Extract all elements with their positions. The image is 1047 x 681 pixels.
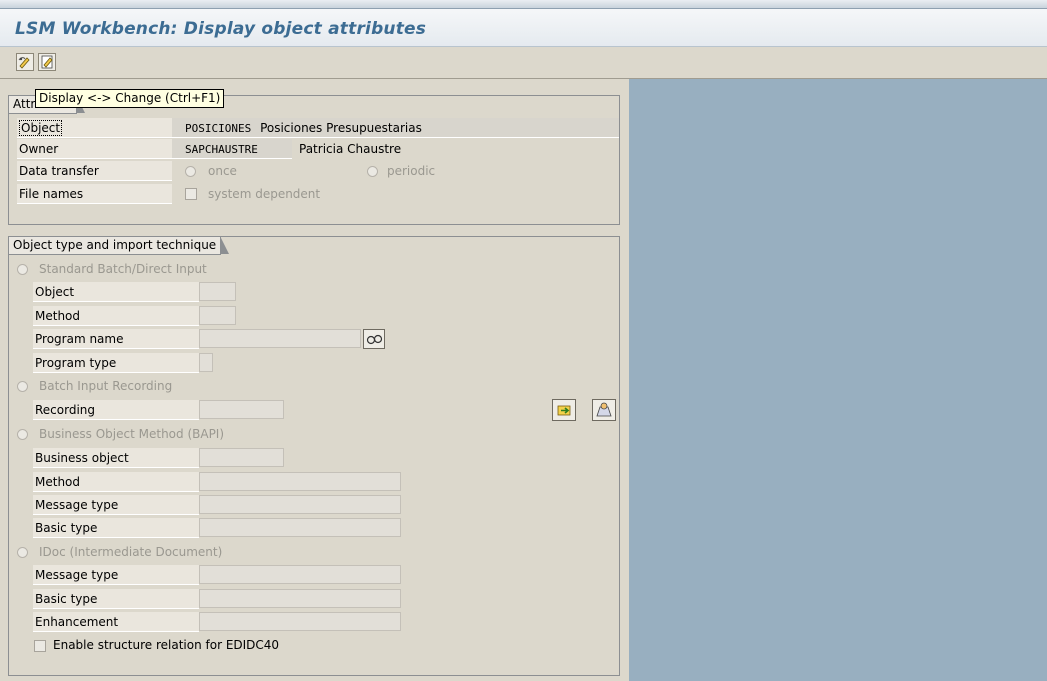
periodic-label: periodic [387,164,436,178]
std-object-label: Object [33,282,199,302]
page-title: LSM Workbench: Display object attributes [15,19,427,39]
object-value: POSICIONES Posiciones Presupuestarias [172,118,619,138]
user-button[interactable] [592,399,616,421]
recording-field[interactable] [199,400,284,419]
owner-name: Patricia Chaustre [299,142,402,156]
glasses-icon [364,334,384,351]
import-technique-group: Object type and import technique Standar… [8,236,620,676]
system-dependent-label: system dependent [208,187,321,201]
idoc-label: IDoc (Intermediate Document) [39,545,223,559]
idoc-message-type-label: Message type [33,565,199,585]
standard-batch-radio[interactable] [17,264,28,275]
program-type-field[interactable] [199,353,213,372]
system-dependent-checkbox[interactable] [185,188,197,200]
recording-label: Recording [33,400,199,420]
display-change-icon [17,54,33,70]
execute-button[interactable] [552,399,576,421]
business-object-label: Business object [33,448,199,468]
program-type-label: Program type [33,353,199,373]
bapi-message-type-field[interactable] [199,495,401,514]
person-icon [593,402,615,423]
empty-screen-area [629,79,1047,681]
group-title: Object type and import technique [9,236,230,255]
application-toolbar [0,47,1047,79]
std-method-label: Method [33,306,199,326]
owner-value: SAPCHAUSTRE [172,139,292,159]
bapi-radio[interactable] [17,429,28,440]
edit-icon [39,54,55,70]
bapi-method-label: Method [33,472,199,492]
program-name-label: Program name [33,329,199,349]
owner-code: SAPCHAUSTRE [185,143,258,156]
data-transfer-label: Data transfer [17,161,172,181]
idoc-radio[interactable] [17,547,28,558]
business-object-field[interactable] [199,448,284,467]
program-name-field[interactable] [199,329,361,348]
bapi-method-field[interactable] [199,472,401,491]
idoc-basic-type-field[interactable] [199,589,401,608]
std-method-field[interactable] [199,306,236,325]
owner-label: Owner [17,139,172,159]
enhancement-field[interactable] [199,612,401,631]
idoc-basic-type-label: Basic type [33,589,199,609]
file-names-label: File names [17,184,172,204]
bapi-message-type-label: Message type [33,495,199,515]
batch-recording-radio[interactable] [17,381,28,392]
once-label: once [208,164,237,178]
batch-recording-label: Batch Input Recording [39,379,173,393]
idoc-message-type-field[interactable] [199,565,401,584]
object-label: Object [17,118,172,138]
structure-relation-label: Enable structure relation for EDIDC40 [53,638,280,652]
object-code: POSICIONES [185,122,252,135]
bapi-basic-type-label: Basic type [33,518,199,538]
once-radio[interactable] [185,166,196,177]
std-object-field[interactable] [199,282,236,301]
attributes-group: Attributes Object POSICIONES Posiciones … [8,95,620,225]
periodic-radio[interactable] [367,166,378,177]
bapi-label: Business Object Method (BAPI) [39,427,225,441]
tooltip: Display <-> Change (Ctrl+F1) [35,89,225,108]
standard-batch-label: Standard Batch/Direct Input [39,262,207,276]
edit-button[interactable] [38,53,56,71]
bapi-basic-type-field[interactable] [199,518,401,537]
display-change-button[interactable] [16,53,34,71]
yellow-arrow-icon [553,405,575,423]
top-window-strip [0,0,1047,9]
structure-relation-checkbox[interactable] [34,640,46,652]
object-description: Posiciones Presupuestarias [260,121,422,135]
title-bar: LSM Workbench: Display object attributes [0,9,1047,47]
enhancement-label: Enhancement [33,612,199,632]
main-panel: Attributes Object POSICIONES Posiciones … [0,79,629,681]
program-search-button[interactable] [363,329,385,349]
